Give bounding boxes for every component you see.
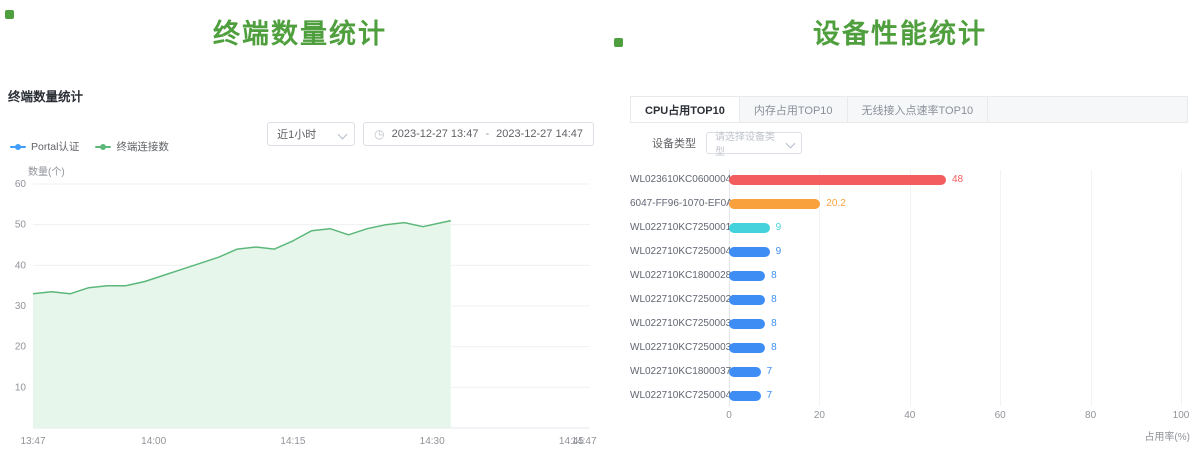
bar-category-label: WL022710KC725000470 [630,390,720,401]
tab-wireless-ap-rate-top10[interactable]: 无线接入点速率TOP10 [848,97,989,122]
x-tick-label: 100 [1164,410,1198,421]
bar-value-label: 48 [952,174,963,185]
area-fill [33,221,451,428]
bar-category-label: WL022710KC725000409 [630,246,720,257]
date-range-separator: - [485,128,489,140]
bar-value-label: 8 [771,318,777,329]
svg-text:14:00: 14:00 [141,436,166,447]
left-section-title: 终端数量统计 [0,12,600,51]
svg-text:60: 60 [15,179,27,190]
bar[interactable] [729,223,770,233]
svg-text:40: 40 [15,260,27,271]
x-tick-label: 20 [802,410,836,421]
bar-category-label: WL022710KC725000307 [630,318,720,329]
svg-text:30: 30 [15,301,27,312]
grid-line [1091,170,1092,406]
device-type-filter: 设备类型 请选择设备类型 [652,132,802,154]
bar[interactable] [729,343,765,353]
y-tick-labels: 10 20 30 40 50 60 [15,179,27,393]
clock-icon: ◷ [374,128,384,140]
date-range-picker[interactable]: ◷ 2023-12-27 13:47 - 2023-12-27 14:47 [363,122,594,146]
legend-item-terminal-connections[interactable]: 终端连接数 [95,139,169,154]
grid-line [910,170,911,406]
x-tick-label: 40 [893,410,927,421]
bar[interactable] [729,295,765,305]
legend-label: 终端连接数 [116,139,169,154]
chevron-down-icon [786,139,796,149]
cpu-top10-bar-chart: WL023610KC06000043 48 6047-FF96-1070-EF0A 2… [630,166,1190,454]
device-type-label: 设备类型 [652,135,696,151]
svg-text:20: 20 [15,342,27,353]
svg-text:14:30: 14:30 [420,436,445,447]
bar[interactable] [729,271,765,281]
x-tick-label: 80 [1074,410,1108,421]
bar[interactable] [729,175,946,185]
y-axis-label: 数量(个) [28,163,65,178]
bar-value-label: 7 [767,390,773,401]
tab-cpu-top10[interactable]: CPU占用TOP10 [631,97,740,122]
svg-text:13:47: 13:47 [20,436,45,447]
bar-value-label: 7 [767,366,773,377]
chart-legend: Portal认证 终端连接数 [10,139,169,154]
bar-category-label: WL022710KC725000369 [630,342,720,353]
bar-value-label: 8 [771,294,777,305]
bar-category-label: WL023610KC06000043 [630,174,720,185]
legend-item-portal[interactable]: Portal认证 [10,139,79,154]
bar-value-label: 9 [776,246,782,257]
x-tick-label: 0 [712,410,746,421]
svg-text:10: 10 [15,382,27,393]
bar-value-label: 8 [771,342,777,353]
bar-category-label: WL022710KC725000102 [630,222,720,233]
svg-text:50: 50 [15,220,27,231]
date-range-start: 2023-12-27 13:47 [392,128,479,140]
bar[interactable] [729,391,761,401]
time-range-select[interactable]: 近1小时 [267,122,355,146]
date-range-end: 2023-12-27 14:47 [496,128,583,140]
legend-label: Portal认证 [31,139,79,154]
grid-line [1181,170,1182,406]
bar-value-label: 8 [771,270,777,281]
bar[interactable] [729,319,765,329]
tab-memory-top10[interactable]: 内存占用TOP10 [740,97,848,122]
bar[interactable] [729,199,820,209]
bar[interactable] [729,367,761,377]
x-axis-label: 占用率(%) [1144,428,1190,443]
time-range-value: 近1小时 [277,126,316,142]
x-tick-label: 60 [983,410,1017,421]
bar-value-label: 20.2 [826,198,845,209]
legend-marker-icon [95,146,111,148]
bar-category-label: 6047-FF96-1070-EF0A [630,198,720,209]
grid-line [1000,170,1001,406]
dashboard: 终端数量统计 设备性能统计 终端数量统计 近1小时 ◷ 2023-12-27 1… [0,0,1200,456]
device-type-select[interactable]: 请选择设备类型 [706,132,802,154]
chevron-down-icon [338,130,348,140]
bar-category-label: WL022710KC18000372 [630,366,720,377]
performance-tabbar: CPU占用TOP10 内存占用TOP10 无线接入点速率TOP10 [630,96,1188,123]
panel-title: 终端数量统计 [8,86,83,105]
x-tick-labels: 13:4714:0014:1514:3014:4514:47 [20,436,596,447]
bar-category-label: WL022710KC18000280 [630,270,720,281]
svg-text:14:15: 14:15 [280,436,305,447]
bar[interactable] [729,247,770,257]
right-section-title: 设备性能统计 [600,12,1200,51]
terminal-count-area-chart[interactable]: 10203040506013:4714:0014:1514:3014:4514:… [0,178,600,450]
device-type-placeholder: 请选择设备类型 [715,128,783,158]
bar-value-label: 9 [776,222,782,233]
bar-category-label: WL022710KC725000272 [630,294,720,305]
legend-marker-icon [10,146,26,148]
svg-text:14:47: 14:47 [571,436,596,447]
